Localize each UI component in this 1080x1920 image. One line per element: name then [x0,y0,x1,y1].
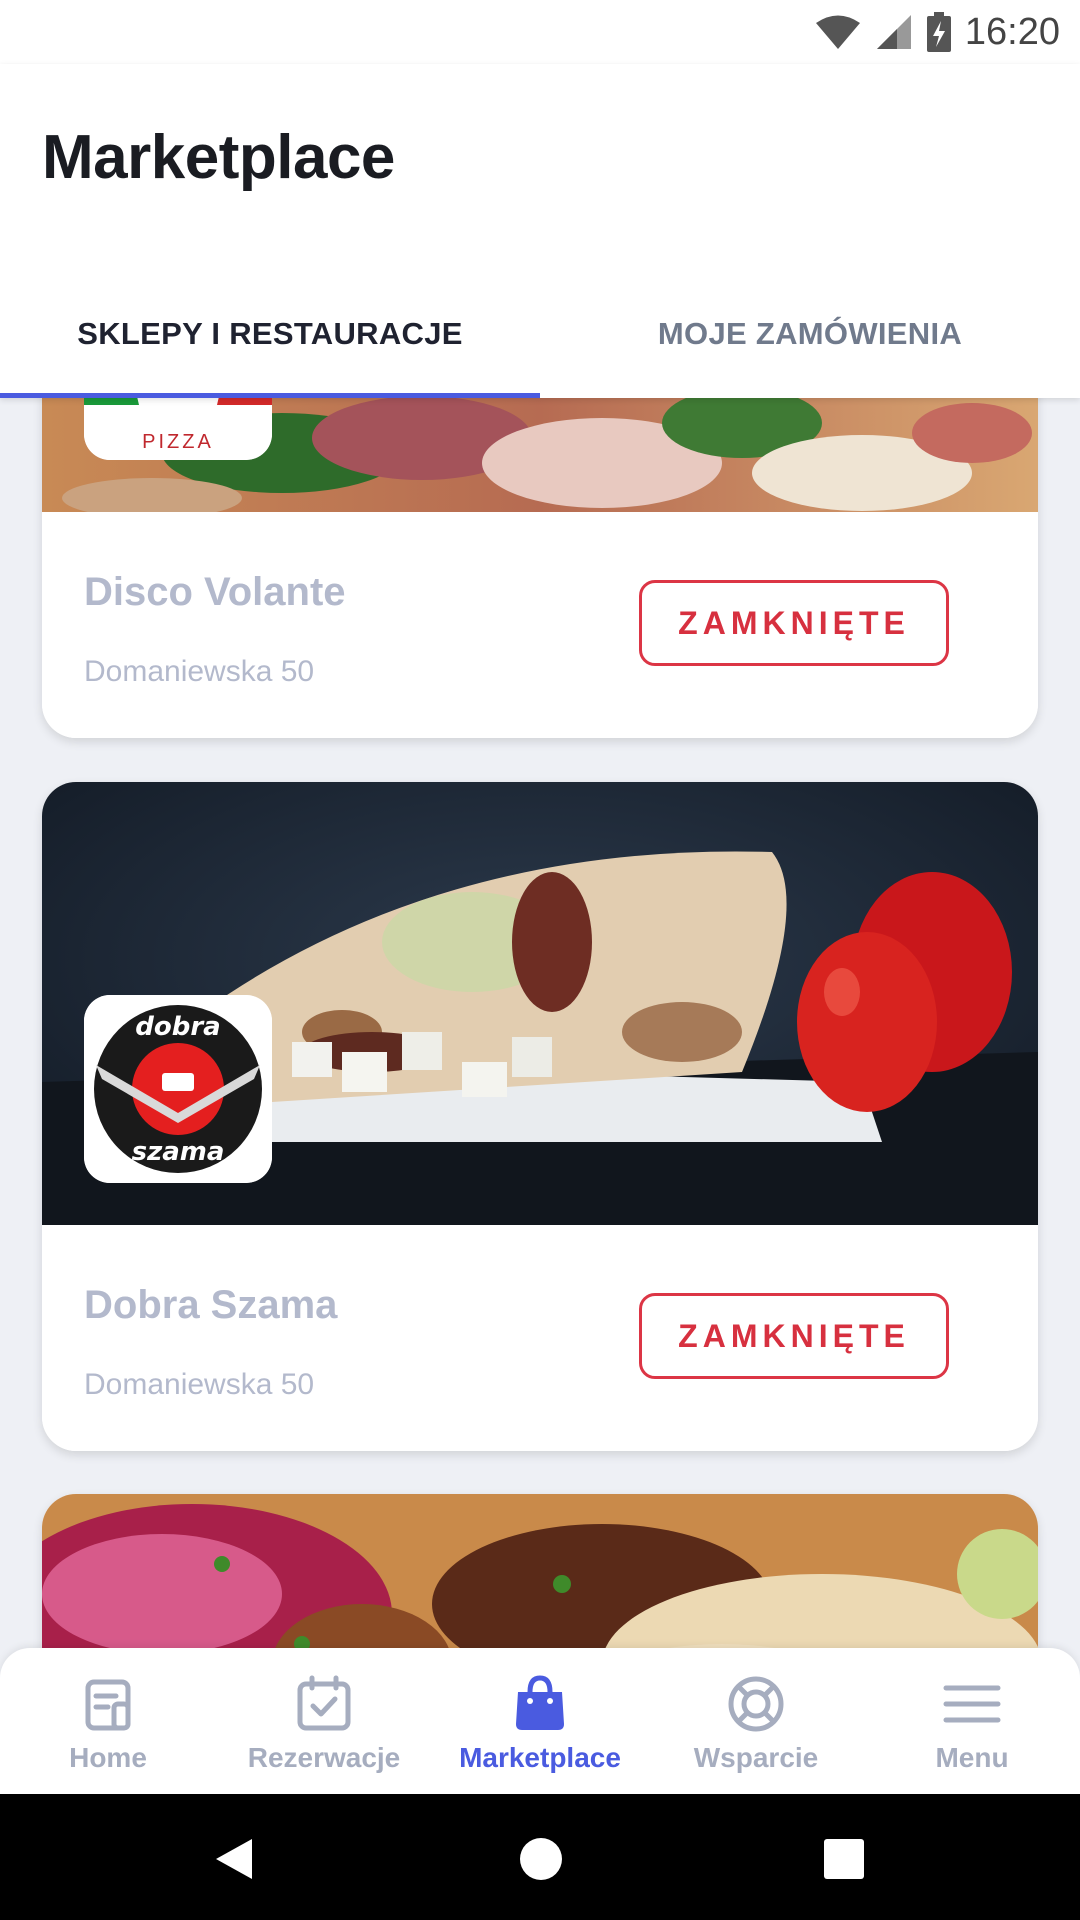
shop-card-body: Disco Volante Domaniewska 50 ZAMKNIĘTE [42,512,1038,738]
page-title: Marketplace [42,123,395,192]
lifebuoy-icon [728,1676,784,1732]
recents-square-icon[interactable] [824,1839,864,1879]
shop-address: Domaniewska 50 [84,1368,315,1401]
battery-charging-icon [926,12,951,52]
shop-cover-image [42,1494,1038,1648]
shopping-bag-icon [516,1675,564,1730]
home-circle-icon[interactable] [519,1837,563,1881]
shop-address: Domaniewska 50 [84,655,315,688]
closed-status-button[interactable]: ZAMKNIĘTE [639,580,949,666]
status-bar: 16:20 [0,0,1080,64]
cellular-signal-icon [876,15,911,49]
nav-label: Rezerwacje [247,1742,401,1773]
status-icons: 16:20 [815,10,1060,54]
shop-card-disco-volante[interactable]: PIZZA Disco Volante Domaniewska 50 ZAMKN… [42,398,1038,738]
tab-shops-and-restaurants[interactable]: SKLEPY I RESTAURACJE [0,304,540,398]
nav-support[interactable]: Wsparcie [648,1648,864,1794]
nav-label: Home [69,1742,147,1773]
nav-marketplace[interactable]: Marketplace [432,1648,648,1794]
home-icon [85,1679,131,1731]
pizza-logo-icon: PIZZA [84,398,272,460]
active-tab-indicator [0,393,540,398]
wifi-icon [815,15,860,49]
hamburger-menu-icon [943,1685,1001,1723]
bottom-navigation: Home Rezerwacje Marketplace Wsparcie Men… [0,1648,1080,1794]
nav-reservations[interactable]: Rezerwacje [216,1648,432,1794]
closed-status-button[interactable]: ZAMKNIĘTE [639,1293,949,1379]
tab-my-orders[interactable]: MOJE ZAMÓWIENIA [540,304,1080,398]
shop-name: Dobra Szama [84,1283,338,1327]
tab-bar: SKLEPY I RESTAURACJE MOJE ZAMÓWIENIA [0,304,1080,398]
calendar-check-icon [297,1675,351,1731]
nav-home[interactable]: Home [0,1648,216,1794]
svg-text:szama: szama [132,1137,225,1167]
nav-label: Menu [935,1742,1009,1773]
svg-text:dobra: dobra [135,1012,220,1042]
nav-menu[interactable]: Menu [864,1648,1080,1794]
nav-label: Marketplace [459,1742,621,1773]
dobra-szama-logo-icon: dobra szama [84,995,272,1183]
shop-name: Disco Volante [84,570,346,614]
shop-logo-pizza: PIZZA [84,398,272,460]
shop-logo-dobra-szama: dobra szama [84,995,272,1183]
app-header: Marketplace SKLEPY I RESTAURACJE MOJE ZA… [0,64,1080,398]
svg-text:PIZZA: PIZZA [142,431,214,453]
nav-label: Wsparcie [693,1742,819,1773]
system-navigation-bar [0,1794,1080,1920]
shop-card-body: Dobra Szama Domaniewska 50 ZAMKNIĘTE [42,1225,1038,1451]
clock-time: 16:20 [964,10,1060,53]
shop-card-partial[interactable] [42,1494,1038,1648]
back-icon[interactable] [214,1837,254,1881]
shop-card-dobra-szama[interactable]: dobra szama Dobra Szama Domaniewska 50 Z… [42,782,1038,1451]
shop-list[interactable]: PIZZA Disco Volante Domaniewska 50 ZAMKN… [0,398,1080,1648]
